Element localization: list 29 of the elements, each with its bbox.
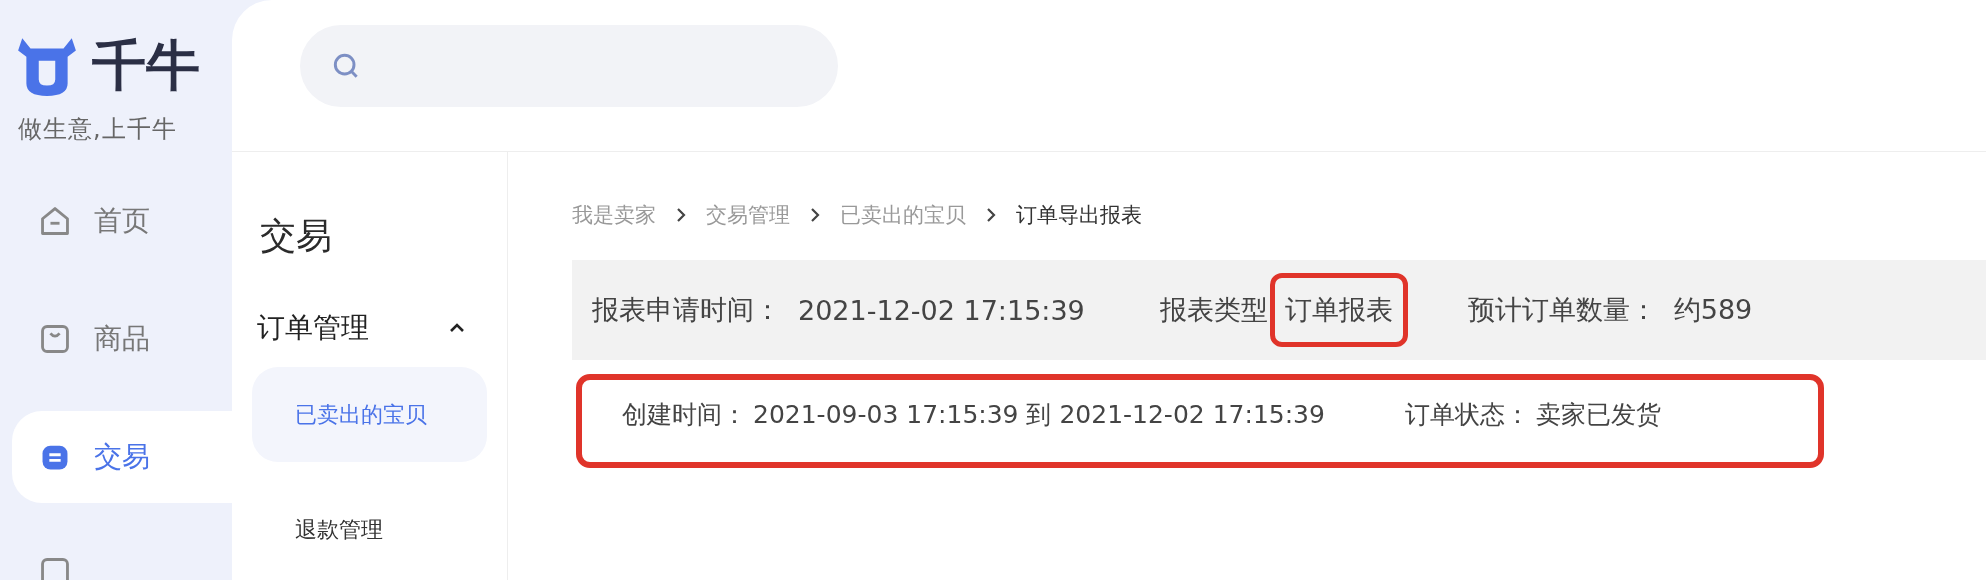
field-label: 预计订单数量： [1467,293,1657,327]
menu-item[interactable]: 退款管理 [252,482,487,577]
nav-item[interactable]: 商品 [12,293,232,385]
field-value: 2021-12-02 17:15:39 [797,293,1086,328]
bag-icon [38,322,72,356]
chevron-right-icon [986,207,996,223]
chevron-right-icon [676,207,686,223]
home-icon [38,204,72,238]
chevron-right-icon [810,207,820,223]
field-value: 2021-09-03 17:15:39 到 2021-12-02 17:15:39 [753,398,1325,431]
menu-item[interactable]: 已卖出的宝贝 [252,367,487,462]
breadcrumb-link[interactable]: 我是卖家 [572,201,656,229]
field-label: 报表申请时间： [592,293,781,327]
menu-group[interactable]: 订单管理 [252,309,487,347]
field-value: 卖家已发货 [1535,398,1661,431]
brand-name: 千牛 [92,33,200,99]
field-value: 订单报表 [1269,273,1408,347]
section-title: 交易 [259,214,333,258]
nav-item[interactable]: 首页 [12,175,232,267]
breadcrumb-link[interactable]: 已卖出的宝贝 [840,201,966,229]
field-label: 创建时间： [622,398,747,431]
field-label: 报表类型 [1159,293,1268,327]
nav-item[interactable]: 交易 [12,411,232,503]
field-label: 订单状态： [1404,398,1530,431]
breadcrumb-link[interactable]: 交易管理 [706,201,790,229]
box-icon [38,555,72,580]
field-value: 约589 [1672,293,1754,327]
breadcrumb-link[interactable]: 订单导出报表 [1016,201,1142,229]
brand-slogan: 做生意,上千牛 [17,114,178,145]
